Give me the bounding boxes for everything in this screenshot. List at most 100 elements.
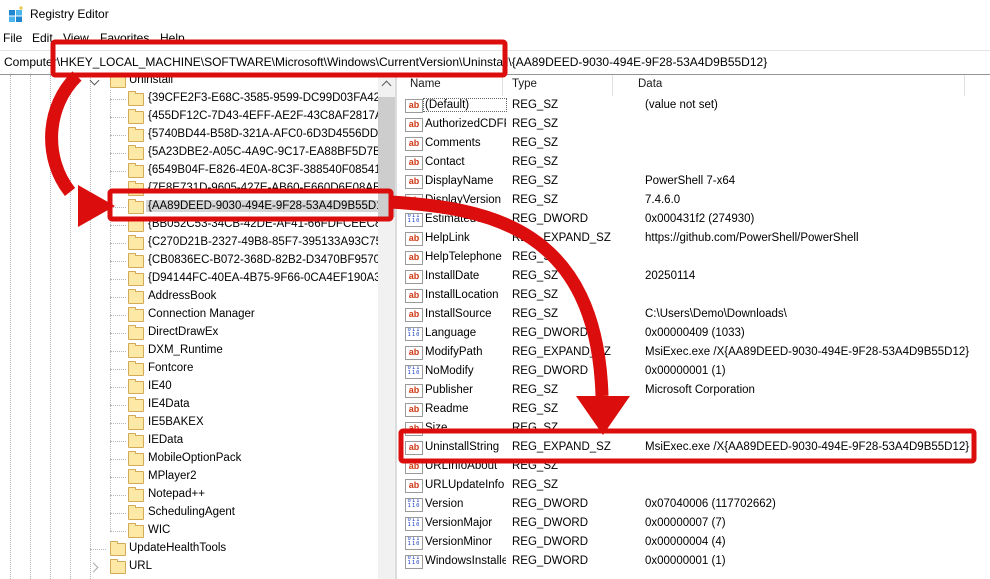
reg-dword-icon: 011 110 [405, 327, 423, 341]
registry-value-row[interactable]: abDisplayVersionREG_SZ7.4.6.0 [400, 191, 990, 210]
reg-dword-icon: 011 110 [405, 517, 423, 531]
tree-row[interactable]: {455DF12C-7D43-4EFF-AE2F-43C8AF2817A3 [0, 108, 378, 126]
registry-value-row[interactable]: abInstallSourceREG_SZC:\Users\Demo\Downl… [400, 305, 990, 324]
reg-sz-icon: ab [405, 403, 423, 417]
registry-value-row[interactable]: abInstallLocationREG_SZ [400, 286, 990, 305]
tree-row[interactable]: {BB052C53-34CB-42DE-AF41-66FDFCEEC868 [0, 216, 378, 234]
chevron-down-icon[interactable] [90, 77, 99, 86]
value-data: 7.4.6.0 [645, 194, 680, 206]
registry-value-row[interactable]: abURLUpdateInfoREG_SZ [400, 476, 990, 495]
tree-row[interactable]: AddressBook [0, 288, 378, 306]
tree-connector [110, 333, 126, 334]
folder-icon [128, 111, 144, 124]
column-header-data[interactable]: Data [638, 78, 662, 90]
tree-row[interactable]: IE4Data [0, 396, 378, 414]
registry-value-row[interactable]: abModifyPathREG_EXPAND_SZMsiExec.exe /X{… [400, 343, 990, 362]
registry-value-row[interactable]: abContactREG_SZ [400, 153, 990, 172]
registry-value-row[interactable]: abHelpLinkREG_EXPAND_SZhttps://github.co… [400, 229, 990, 248]
registry-value-row[interactable]: abPublisherREG_SZMicrosoft Corporation [400, 381, 990, 400]
column-separator[interactable] [612, 75, 613, 96]
registry-value-row[interactable]: 011 110LanguageREG_DWORD0x00000409 (1033… [400, 324, 990, 343]
registry-value-row[interactable]: 011 110NoModifyREG_DWORD0x00000001 (1) [400, 362, 990, 381]
pane-divider[interactable] [395, 75, 397, 579]
value-type: REG_DWORD [512, 555, 588, 567]
folder-icon [128, 489, 144, 502]
folder-icon [128, 273, 144, 286]
registry-value-row[interactable]: 011 110VersionMajorREG_DWORD0x00000007 (… [400, 514, 990, 533]
registry-value-row[interactable]: abInstallDateREG_SZ20250114 [400, 267, 990, 286]
tree-row[interactable]: DXM_Runtime [0, 342, 378, 360]
tree-row[interactable]: {AA89DEED-9030-494E-9F28-53A4D9B55D12} [0, 198, 378, 216]
folder-icon [128, 255, 144, 268]
folder-icon [128, 471, 144, 484]
tree-row[interactable]: {C270D21B-2327-49B8-85F7-395133A93C75} [0, 234, 378, 252]
tree-row[interactable]: IE40 [0, 378, 378, 396]
tree-connector [110, 135, 126, 136]
chevron-right-icon[interactable] [90, 563, 99, 572]
menu-edit[interactable]: Edit [32, 31, 53, 45]
tree-connector [110, 99, 126, 100]
registry-editor-app-icon [8, 6, 24, 22]
column-header-name[interactable]: Name [410, 78, 441, 90]
column-separator[interactable] [964, 75, 965, 96]
menu-help[interactable]: Help [160, 31, 185, 45]
tree-item-label: Fontcore [146, 362, 195, 374]
tree-row[interactable]: {6549B04F-E826-4E0A-8C3F-388540F08541} [0, 162, 378, 180]
tree-item-label: IE4Data [146, 398, 192, 410]
reg-sz-icon: ab [405, 441, 423, 455]
tree-row[interactable]: {5740BD44-B58D-321A-AFC0-6D3D4556DD6 [0, 126, 378, 144]
tree-row[interactable]: {CB0836EC-B072-368D-82B2-D3470BF95707} [0, 252, 378, 270]
value-name: Version [424, 498, 506, 510]
registry-value-row[interactable]: abAuthorizedCDFP...REG_SZ [400, 115, 990, 134]
scrollbar-thumb[interactable] [378, 97, 395, 217]
tree-row[interactable]: {7E8E731D-9605-427E-AB60-E660D6E08ABB} [0, 180, 378, 198]
address-bar[interactable]: Computer\HKEY_LOCAL_MACHINE\SOFTWARE\Mic… [0, 51, 990, 75]
tree-row[interactable]: DirectDrawEx [0, 324, 378, 342]
tree-connector [110, 423, 126, 424]
reg-sz-icon: ab [405, 270, 423, 284]
tree-row[interactable]: MPlayer2 [0, 468, 378, 486]
reg-sz-icon: ab [405, 156, 423, 170]
folder-icon [128, 363, 144, 376]
scroll-up-button[interactable] [378, 75, 395, 92]
title-bar: Registry Editor [0, 0, 990, 28]
registry-value-row[interactable]: abCommentsREG_SZ [400, 134, 990, 153]
registry-value-row[interactable]: ab(Default)REG_SZ(value not set) [400, 96, 990, 115]
registry-value-row[interactable]: abDisplayNameREG_SZPowerShell 7-x64 [400, 172, 990, 191]
tree-row[interactable]: Notepad++ [0, 486, 378, 504]
registry-value-row[interactable]: abReadmeREG_SZ [400, 400, 990, 419]
column-separator[interactable] [502, 75, 503, 96]
registry-value-row[interactable]: abHelpTelephoneREG_SZ [400, 248, 990, 267]
tree-row[interactable]: IE5BAKEX [0, 414, 378, 432]
value-type: REG_SZ [512, 137, 558, 149]
tree-row[interactable]: IEData [0, 432, 378, 450]
tree-row[interactable]: {5A23DBE2-A05C-4A9C-9C17-EA88BF5D7B4 [0, 144, 378, 162]
column-header-type[interactable]: Type [512, 78, 537, 90]
registry-value-row[interactable]: abUninstallStringREG_EXPAND_SZMsiExec.ex… [400, 438, 990, 457]
folder-icon [128, 201, 144, 214]
tree-item-label: {39CFE2F3-E68C-3585-9599-DC99D03FA42D} [146, 92, 378, 104]
tree-row[interactable]: {D94144FC-40EA-4B75-9F66-0CA4EF190A3A [0, 270, 378, 288]
reg-sz-icon: ab [405, 118, 423, 132]
menu-file[interactable]: File [3, 31, 22, 45]
tree-row[interactable]: SchedulingAgent [0, 504, 378, 522]
address-path[interactable]: Computer\HKEY_LOCAL_MACHINE\SOFTWARE\Mic… [4, 55, 767, 69]
registry-value-row[interactable]: abURLInfoAboutREG_SZ [400, 457, 990, 476]
tree-row[interactable]: MobileOptionPack [0, 450, 378, 468]
registry-value-row[interactable]: 011 110VersionREG_DWORD0x07040006 (11770… [400, 495, 990, 514]
menu-favorites[interactable]: Favorites [100, 31, 149, 45]
tree-row[interactable]: Connection Manager [0, 306, 378, 324]
registry-value-row[interactable]: 011 110WindowsInstallerREG_DWORD0x000000… [400, 552, 990, 571]
registry-value-row[interactable]: 011 110VersionMinorREG_DWORD0x00000004 (… [400, 533, 990, 552]
tree-row[interactable]: {39CFE2F3-E68C-3585-9599-DC99D03FA42D} [0, 90, 378, 108]
registry-value-row[interactable]: 011 110EstimatedSizeREG_DWORD0x000431f2 … [400, 210, 990, 229]
tree-item-label: {CB0836EC-B072-368D-82B2-D3470BF95707} [146, 254, 378, 266]
tree-row[interactable]: WIC [0, 522, 378, 540]
tree-row[interactable]: URL [0, 558, 378, 576]
tree-row[interactable]: UpdateHealthTools [0, 540, 378, 558]
tree-row[interactable]: Fontcore [0, 360, 378, 378]
tree-scrollbar[interactable] [378, 75, 395, 579]
menu-view[interactable]: View [63, 31, 89, 45]
registry-value-row[interactable]: abSizeREG_SZ [400, 419, 990, 438]
tree-row[interactable]: Uninstall [0, 75, 378, 90]
